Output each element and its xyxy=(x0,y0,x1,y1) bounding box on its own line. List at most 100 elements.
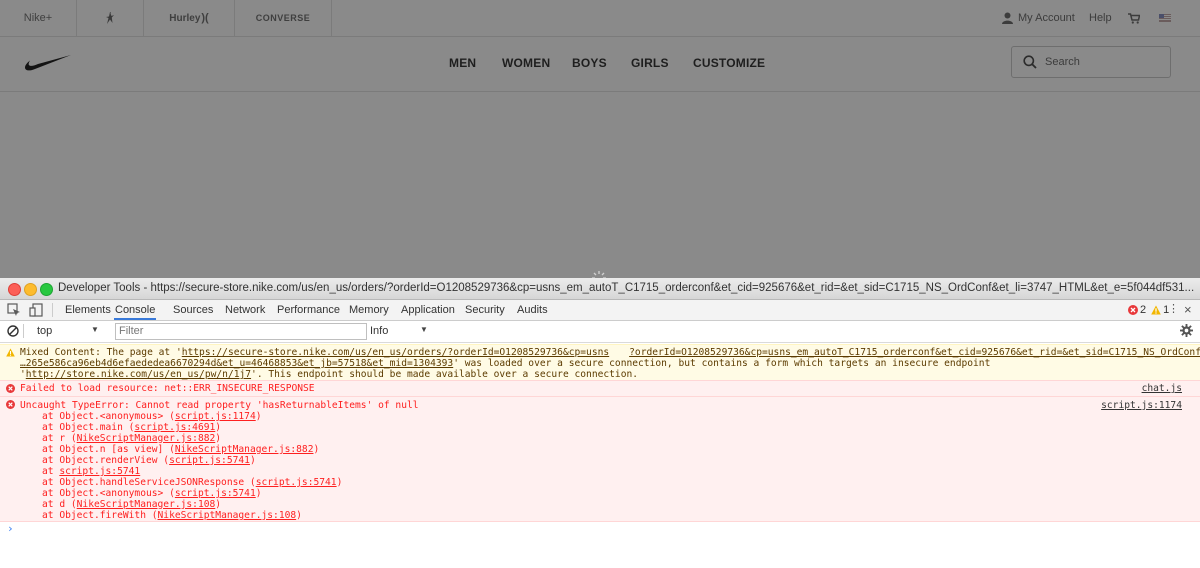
brand-tab-converse[interactable]: CONVERSE xyxy=(235,0,332,36)
warning-source-link[interactable]: ?orderId=O1208529736&cp=usns_em_autoT_C1… xyxy=(629,347,1200,358)
context-value: top xyxy=(37,325,53,337)
devtools-tab-bar: Elements Console Sources Network Perform… xyxy=(0,300,1200,321)
close-window-button[interactable] xyxy=(8,283,21,296)
nav-women[interactable]: WOMEN xyxy=(502,56,550,70)
console-error-message: Failed to load resource: net::ERR_INSECU… xyxy=(0,380,1200,397)
dropdown-arrow-icon: ▼ xyxy=(420,325,428,334)
stack-frame: at Object.handleServiceJSONResponse (scr… xyxy=(42,477,342,488)
devtools-titlebar[interactable]: Developer Tools - https://secure-store.n… xyxy=(0,278,1200,300)
filter-placeholder: Filter xyxy=(119,325,144,337)
error-counter[interactable]: 2 1 xyxy=(1128,304,1169,316)
minimize-window-button[interactable] xyxy=(24,283,37,296)
stack-frame-text: ) xyxy=(296,510,302,521)
cart-button[interactable] xyxy=(1128,0,1140,36)
console-prompt[interactable]: › xyxy=(7,522,14,535)
error-count: 2 xyxy=(1140,304,1147,316)
search-icon xyxy=(1023,55,1037,69)
stack-frame-text: at xyxy=(42,466,60,477)
brand-tab-label: CONVERSE xyxy=(255,13,311,23)
nav-customize[interactable]: CUSTOMIZE xyxy=(693,56,765,70)
stack-frame-link[interactable]: NikeScriptManager.js:108 xyxy=(77,499,216,510)
stack-frame-text: ) xyxy=(215,422,222,433)
warning-icon xyxy=(6,348,15,357)
stack-frame-link[interactable]: NikeScriptManager.js:882 xyxy=(175,444,314,455)
context-select[interactable]: top ▼ xyxy=(29,323,107,339)
error-icon xyxy=(6,400,15,409)
insecure-endpoint-link[interactable]: http://store.nike.com/us/en_us/pw/n/1j7 xyxy=(26,369,251,380)
tab-audits[interactable]: Audits xyxy=(517,300,548,320)
console-settings-gear-icon[interactable] xyxy=(1180,324,1193,337)
error-text: Failed to load resource: net::ERR_INSECU… xyxy=(20,383,315,394)
my-account-link[interactable]: My Account xyxy=(1002,0,1075,36)
stack-frame-link[interactable]: script.js:4691 xyxy=(134,422,215,433)
clear-console-icon[interactable] xyxy=(7,325,19,337)
toolbar-divider xyxy=(52,303,53,317)
error-source-link[interactable]: script.js:1174 xyxy=(1101,400,1182,411)
error-text: Uncaught TypeError: Cannot read property… xyxy=(20,400,419,411)
nav-boys[interactable]: BOYS xyxy=(572,56,607,70)
console-filter-bar: top ▼ Filter Info ▼ xyxy=(0,321,1200,343)
devtools-window-title: Developer Tools - https://secure-store.n… xyxy=(58,282,1195,294)
stack-frame-link[interactable]: script.js:5741 xyxy=(59,466,140,477)
console-warning-message: Mixed Content: The page at 'https://secu… xyxy=(0,344,1200,381)
stack-frame-link[interactable]: script.js:5741 xyxy=(169,455,250,466)
jordan-logo-icon xyxy=(106,12,114,24)
brand-tab-hurley[interactable]: Hurley )( xyxy=(144,0,235,36)
stack-frame-link[interactable]: script.js:5741 xyxy=(175,488,256,499)
more-options-icon[interactable]: ⋮ xyxy=(1168,304,1179,315)
stack-frame-text: ) xyxy=(249,455,256,466)
us-flag-button[interactable] xyxy=(1159,0,1171,36)
warning-text: '. This endpoint should be made availabl… xyxy=(251,369,639,380)
stack-frame-text: at Object.handleServiceJSONResponse ( xyxy=(42,477,256,488)
tab-security[interactable]: Security xyxy=(465,300,505,320)
tab-console[interactable]: Console xyxy=(114,300,157,320)
user-icon xyxy=(1002,12,1013,24)
warning-text: Mixed Content: The page at ' xyxy=(20,347,182,358)
stack-frame-text: ) xyxy=(215,433,222,444)
tab-elements[interactable]: Elements xyxy=(65,300,111,320)
us-flag-icon xyxy=(1159,14,1171,22)
console-error-message: Uncaught TypeError: Cannot read property… xyxy=(0,396,1200,522)
stack-frame: at Object.renderView (script.js:5741) xyxy=(42,455,256,466)
stack-frame-link[interactable]: NikeScriptManager.js:108 xyxy=(158,510,297,521)
stack-frame-link[interactable]: script.js:5741 xyxy=(256,477,337,488)
warning-text: ' was loaded over a secure connection, b… xyxy=(453,358,991,369)
tab-sources[interactable]: Sources xyxy=(173,300,213,320)
stack-frame-text: ) xyxy=(255,411,262,422)
warning-page-link[interactable]: https://secure-store.nike.com/us/en_us/o… xyxy=(182,347,609,358)
error-source-link[interactable]: chat.js xyxy=(1142,383,1182,394)
filter-input[interactable]: Filter xyxy=(115,323,367,340)
warning-url-continuation[interactable]: …265e586ca96eb4d6efaededea6670294d&et_u=… xyxy=(20,358,453,369)
stack-frame: at Object.main (script.js:4691) xyxy=(42,422,221,433)
tab-memory[interactable]: Memory xyxy=(349,300,389,320)
help-link[interactable]: Help xyxy=(1089,0,1112,36)
log-level-select[interactable]: Info ▼ xyxy=(370,323,430,339)
brand-tab-jordan[interactable] xyxy=(77,0,144,36)
stack-frame-link[interactable]: script.js:1174 xyxy=(175,411,256,422)
tab-application[interactable]: Application xyxy=(401,300,455,320)
stack-frame-text: at Object.<anonymous> ( xyxy=(42,488,175,499)
stack-frame: at Object.<anonymous> (script.js:5741) xyxy=(42,488,262,499)
device-toolbar-icon[interactable] xyxy=(29,303,43,317)
nav-men[interactable]: MEN xyxy=(449,56,476,70)
stack-frame-text: ) xyxy=(313,444,320,455)
search-input[interactable]: Search xyxy=(1011,46,1171,78)
tab-performance[interactable]: Performance xyxy=(277,300,340,320)
zoom-window-button[interactable] xyxy=(40,283,53,296)
stack-frame: at r (NikeScriptManager.js:882) xyxy=(42,433,221,444)
stack-frame-text: at Object.<anonymous> ( xyxy=(42,411,175,422)
nav-girls[interactable]: GIRLS xyxy=(631,56,669,70)
stack-frame-text: ) xyxy=(336,477,343,488)
log-level-value: Info xyxy=(370,325,389,337)
brand-tab-nikeplus[interactable]: Nike+ xyxy=(0,0,77,36)
stack-frame-text: ) xyxy=(215,499,222,510)
loading-spinner-icon xyxy=(592,271,606,278)
nike-website: Nike+ Hurley )( CONVERSE My Account Help xyxy=(0,0,1200,278)
warning-line-3: 'http://store.nike.com/us/en_us/pw/n/1j7… xyxy=(20,369,639,380)
nike-swoosh-logo-icon[interactable] xyxy=(24,54,72,72)
inspect-element-icon[interactable] xyxy=(7,303,21,317)
brand-tab-label: Hurley xyxy=(169,12,201,24)
close-devtools-icon[interactable]: × xyxy=(1184,303,1192,316)
tab-network[interactable]: Network xyxy=(225,300,265,320)
stack-frame-link[interactable]: NikeScriptManager.js:882 xyxy=(77,433,216,444)
